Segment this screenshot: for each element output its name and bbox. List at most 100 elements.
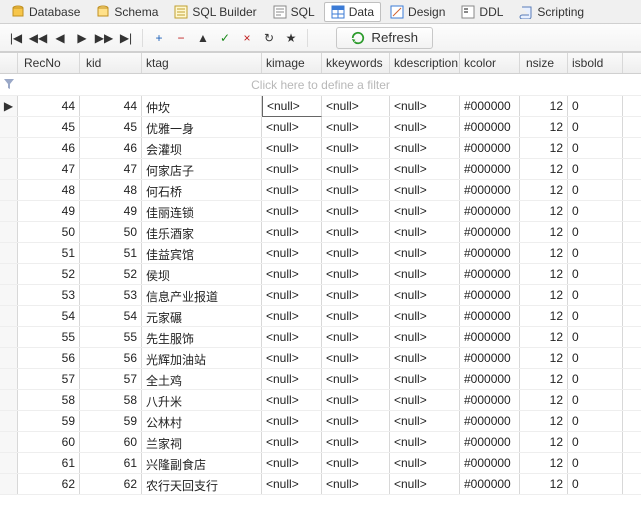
cell-nsize[interactable]: 12 xyxy=(520,117,568,137)
cell-isbold[interactable]: 0 xyxy=(568,285,623,305)
table-row[interactable]: 4545优雅一身<null><null><null>#000000120 xyxy=(0,117,641,138)
cell-nsize[interactable]: 12 xyxy=(520,411,568,431)
table-row[interactable]: 5656光辉加油站<null><null><null>#000000120 xyxy=(0,348,641,369)
col-kkeywords[interactable]: kkeywords xyxy=(322,53,390,73)
cell-isbold[interactable]: 0 xyxy=(568,327,623,347)
table-row[interactable]: ▶4444仲坎<null><null><null>#000000120 xyxy=(0,96,641,117)
cell-kcolor[interactable]: #000000 xyxy=(460,159,520,179)
col-kcolor[interactable]: kcolor xyxy=(460,53,520,73)
cell-recno[interactable]: 47 xyxy=(18,159,80,179)
cell-kcolor[interactable]: #000000 xyxy=(460,117,520,137)
cell-ktag[interactable]: 兰家祠 xyxy=(142,432,262,452)
cell-isbold[interactable]: 0 xyxy=(568,474,623,494)
cell-kimage[interactable]: <null> xyxy=(262,306,322,326)
cell-kcolor[interactable]: #000000 xyxy=(460,432,520,452)
nav-delete[interactable]: − xyxy=(173,30,189,46)
cell-kkeywords[interactable]: <null> xyxy=(322,201,390,221)
cell-nsize[interactable]: 12 xyxy=(520,369,568,389)
cell-isbold[interactable]: 0 xyxy=(568,264,623,284)
cell-kimage[interactable]: <null> xyxy=(262,201,322,221)
cell-kid[interactable]: 47 xyxy=(80,159,142,179)
nav-refresh-small[interactable]: ↻ xyxy=(261,30,277,46)
cell-kdescription[interactable]: <null> xyxy=(390,432,460,452)
nav-first[interactable]: |◀ xyxy=(8,30,24,46)
cell-nsize[interactable]: 12 xyxy=(520,348,568,368)
cell-nsize[interactable]: 12 xyxy=(520,180,568,200)
cell-kid[interactable]: 44 xyxy=(80,96,142,116)
table-row[interactable]: 5454元家碾<null><null><null>#000000120 xyxy=(0,306,641,327)
cell-ktag[interactable]: 仲坎 xyxy=(142,96,262,116)
cell-recno[interactable]: 46 xyxy=(18,138,80,158)
cell-isbold[interactable]: 0 xyxy=(568,348,623,368)
cell-kdescription[interactable]: <null> xyxy=(390,201,460,221)
tab-ddl[interactable]: DDL xyxy=(454,2,510,22)
table-row[interactable]: 5858八升米<null><null><null>#000000120 xyxy=(0,390,641,411)
cell-kcolor[interactable]: #000000 xyxy=(460,306,520,326)
cell-kcolor[interactable]: #000000 xyxy=(460,348,520,368)
col-kdescription[interactable]: kdescription xyxy=(390,53,460,73)
cell-kkeywords[interactable]: <null> xyxy=(322,264,390,284)
cell-kcolor[interactable]: #000000 xyxy=(460,327,520,347)
col-kid[interactable]: kid xyxy=(80,53,142,73)
cell-kdescription[interactable]: <null> xyxy=(390,117,460,137)
cell-kdescription[interactable]: <null> xyxy=(390,243,460,263)
cell-kdescription[interactable]: <null> xyxy=(390,306,460,326)
nav-last[interactable]: ▶| xyxy=(118,30,134,46)
cell-nsize[interactable]: 12 xyxy=(520,285,568,305)
cell-recno[interactable]: 55 xyxy=(18,327,80,347)
cell-kid[interactable]: 46 xyxy=(80,138,142,158)
cell-ktag[interactable]: 优雅一身 xyxy=(142,117,262,137)
cell-nsize[interactable]: 12 xyxy=(520,96,568,116)
cell-kkeywords[interactable]: <null> xyxy=(322,474,390,494)
cell-ktag[interactable]: 光辉加油站 xyxy=(142,348,262,368)
table-row[interactable]: 5050佳乐酒家<null><null><null>#000000120 xyxy=(0,222,641,243)
cell-recno[interactable]: 53 xyxy=(18,285,80,305)
cell-recno[interactable]: 54 xyxy=(18,306,80,326)
table-row[interactable]: 4646会灌坝<null><null><null>#000000120 xyxy=(0,138,641,159)
cell-kdescription[interactable]: <null> xyxy=(390,348,460,368)
table-row[interactable]: 5252侯坝<null><null><null>#000000120 xyxy=(0,264,641,285)
cell-recno[interactable]: 49 xyxy=(18,201,80,221)
cell-ktag[interactable]: 八升米 xyxy=(142,390,262,410)
nav-edit[interactable]: ▲ xyxy=(195,30,211,46)
cell-recno[interactable]: 45 xyxy=(18,117,80,137)
cell-kcolor[interactable]: #000000 xyxy=(460,264,520,284)
cell-kimage[interactable]: <null> xyxy=(262,96,322,117)
tab-sql-builder[interactable]: SQL Builder xyxy=(167,2,263,22)
cell-ktag[interactable]: 元家碾 xyxy=(142,306,262,326)
cell-nsize[interactable]: 12 xyxy=(520,264,568,284)
cell-isbold[interactable]: 0 xyxy=(568,306,623,326)
cell-kcolor[interactable]: #000000 xyxy=(460,222,520,242)
cell-kkeywords[interactable]: <null> xyxy=(322,96,390,116)
cell-ktag[interactable]: 信息产业报道 xyxy=(142,285,262,305)
cell-recno[interactable]: 48 xyxy=(18,180,80,200)
cell-kid[interactable]: 56 xyxy=(80,348,142,368)
cell-kdescription[interactable]: <null> xyxy=(390,474,460,494)
cell-kdescription[interactable]: <null> xyxy=(390,159,460,179)
cell-kkeywords[interactable]: <null> xyxy=(322,243,390,263)
cell-kdescription[interactable]: <null> xyxy=(390,264,460,284)
cell-kkeywords[interactable]: <null> xyxy=(322,222,390,242)
cell-recno[interactable]: 56 xyxy=(18,348,80,368)
col-isbold[interactable]: isbold xyxy=(568,53,623,73)
cell-kimage[interactable]: <null> xyxy=(262,159,322,179)
cell-kcolor[interactable]: #000000 xyxy=(460,138,520,158)
nav-add[interactable]: + xyxy=(151,30,167,46)
cell-kimage[interactable]: <null> xyxy=(262,180,322,200)
cell-nsize[interactable]: 12 xyxy=(520,327,568,347)
cell-kkeywords[interactable]: <null> xyxy=(322,180,390,200)
cell-kid[interactable]: 59 xyxy=(80,411,142,431)
cell-nsize[interactable]: 12 xyxy=(520,306,568,326)
cell-ktag[interactable]: 公林村 xyxy=(142,411,262,431)
tab-schema[interactable]: Schema xyxy=(89,2,165,22)
cell-recno[interactable]: 61 xyxy=(18,453,80,473)
nav-prevpage[interactable]: ◀◀ xyxy=(30,30,46,46)
cell-isbold[interactable]: 0 xyxy=(568,369,623,389)
cell-nsize[interactable]: 12 xyxy=(520,243,568,263)
cell-kimage[interactable]: <null> xyxy=(262,138,322,158)
cell-kid[interactable]: 54 xyxy=(80,306,142,326)
cell-recno[interactable]: 50 xyxy=(18,222,80,242)
cell-isbold[interactable]: 0 xyxy=(568,117,623,137)
cell-kcolor[interactable]: #000000 xyxy=(460,453,520,473)
cell-kdescription[interactable]: <null> xyxy=(390,138,460,158)
